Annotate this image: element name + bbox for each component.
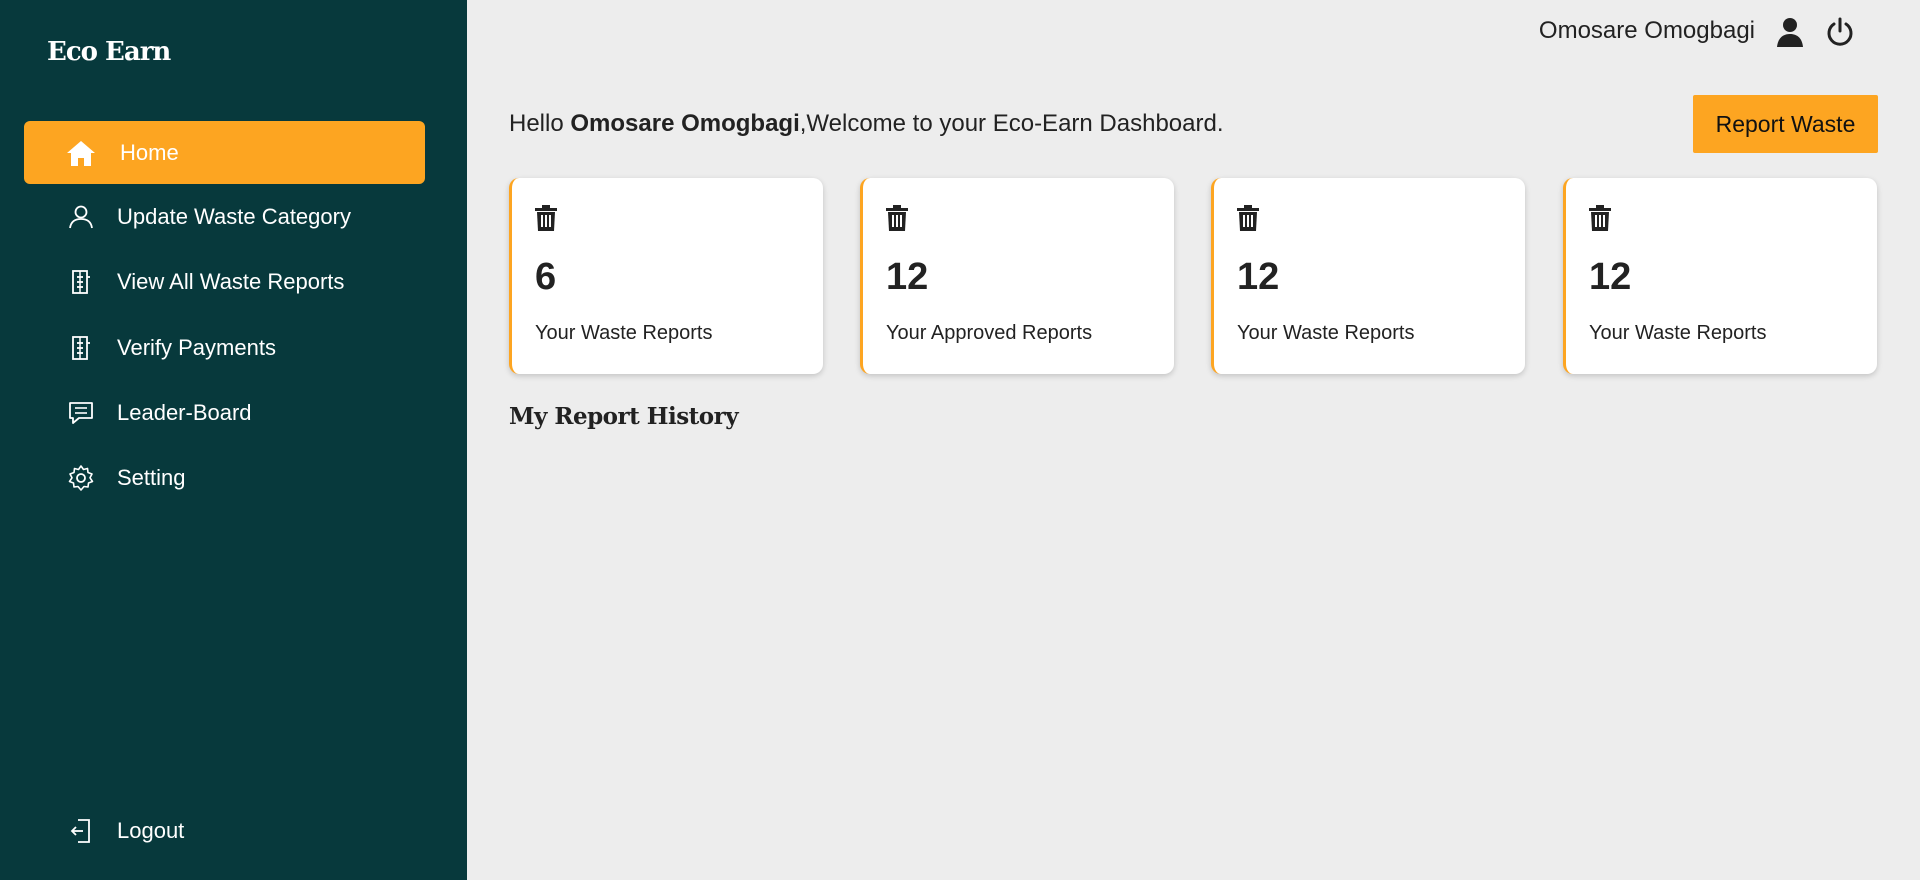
stat-value: 12 [886, 256, 929, 298]
trash-icon [1589, 205, 1615, 233]
report-history-title: My Report History [509, 403, 739, 430]
sidebar-item-label: Leader-Board [117, 399, 252, 425]
profile-icon[interactable] [1773, 15, 1807, 49]
home-icon [66, 138, 96, 168]
greeting-suffix: ,Welcome to your Eco-Earn Dashboard. [799, 110, 1224, 137]
logout-button[interactable]: Logout [24, 799, 425, 862]
trash-icon [535, 205, 561, 233]
stat-value: 12 [1237, 256, 1280, 298]
greeting-user-name: Omosare Omogbagi [570, 110, 800, 137]
logout-icon [66, 816, 96, 846]
sidebar-item-view-all-waste-reports[interactable]: View All Waste Reports [24, 250, 425, 313]
sidebar-item-setting[interactable]: Setting [24, 446, 425, 509]
stat-label: Your Waste Reports [1589, 322, 1767, 344]
stat-value: 12 [1589, 256, 1632, 298]
stat-card: 12 Your Approved Reports [860, 178, 1174, 374]
trash-icon [886, 205, 912, 233]
stat-value: 6 [535, 256, 557, 298]
sidebar-item-leader-board[interactable]: Leader-Board [24, 381, 425, 444]
sidebar-item-label: Home [120, 139, 179, 165]
building-icon [66, 267, 96, 297]
report-waste-button[interactable]: Report Waste [1693, 95, 1878, 153]
trash-icon [1237, 205, 1263, 233]
stat-card: 12 Your Waste Reports [1211, 178, 1525, 374]
sidebar-item-label: Setting [117, 464, 186, 490]
welcome-message: Hello Omosare Omogbagi,Welcome to your E… [509, 110, 1224, 138]
sidebar-item-label: Verify Payments [117, 334, 276, 360]
brand-logo[interactable]: Eco Earn [47, 37, 171, 67]
gear-icon [66, 463, 96, 493]
logout-label: Logout [117, 817, 185, 843]
sidebar-item-update-waste-category[interactable]: Update Waste Category [24, 185, 425, 248]
message-icon [66, 398, 96, 428]
sidebar-item-label: Update Waste Category [117, 203, 351, 229]
sidebar-item-home[interactable]: Home [24, 121, 425, 184]
stat-label: Your Waste Reports [1237, 322, 1415, 344]
sidebar: Eco Earn Home Update Waste Category View… [0, 0, 467, 880]
power-icon[interactable] [1823, 15, 1857, 49]
stat-label: Your Approved Reports [886, 322, 1093, 344]
user-icon [66, 202, 96, 232]
stat-card: 12 Your Waste Reports [1563, 178, 1877, 374]
stat-card: 6 Your Waste Reports [509, 178, 823, 374]
building-icon [66, 333, 96, 363]
header-user-name: Omosare Omogbagi [1538, 17, 1755, 44]
sidebar-item-label: View All Waste Reports [117, 268, 345, 294]
sidebar-item-verify-payments[interactable]: Verify Payments [24, 316, 425, 379]
stat-label: Your Waste Reports [535, 322, 713, 344]
greeting-prefix: Hello [509, 110, 571, 137]
